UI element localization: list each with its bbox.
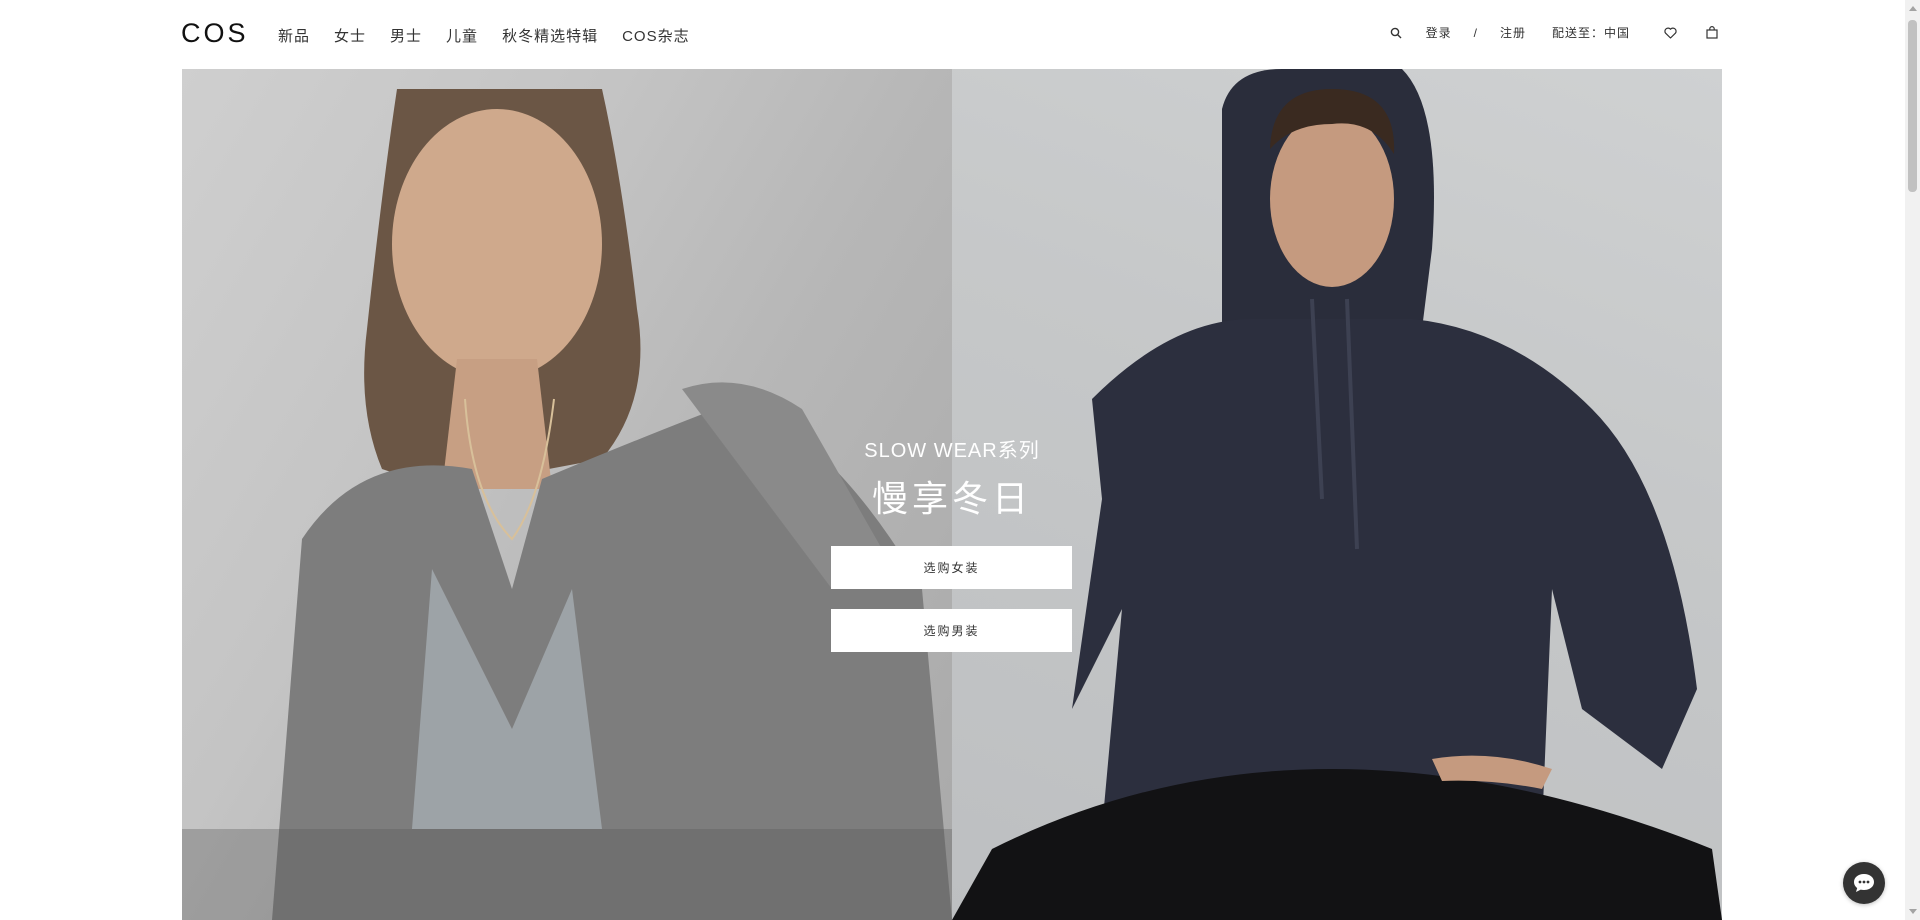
logo-text: COS bbox=[181, 18, 249, 48]
shopping-bag-icon[interactable] bbox=[1704, 25, 1720, 41]
register-link[interactable]: 注册 bbox=[1500, 24, 1526, 41]
login-link[interactable]: 登录 bbox=[1426, 24, 1452, 41]
nav-item-aw-edit[interactable]: 秋冬精选特辑 bbox=[502, 25, 598, 46]
cos-logo[interactable]: COS bbox=[181, 18, 249, 48]
scroll-thumb[interactable] bbox=[1908, 20, 1917, 192]
shop-men-button[interactable]: 选购男装 bbox=[831, 609, 1072, 652]
heart-icon[interactable] bbox=[1662, 25, 1678, 41]
nav-item-magazine[interactable]: COS杂志 bbox=[622, 25, 690, 46]
ship-to-selector[interactable]: 配送至：中国 bbox=[1552, 24, 1630, 41]
hero-image-women[interactable] bbox=[182, 69, 952, 920]
shop-women-button[interactable]: 选购女装 bbox=[831, 546, 1072, 589]
hero-image-men[interactable] bbox=[952, 69, 1722, 920]
chat-button[interactable] bbox=[1843, 862, 1885, 904]
login-separator: / bbox=[1473, 25, 1478, 40]
scroll-up-arrow-icon[interactable] bbox=[1909, 6, 1917, 11]
site-header: COS 新品 女士 男士 儿童 秋冬精选特辑 COS杂志 登录 / 注册 配送至… bbox=[0, 0, 1905, 69]
nav-item-women[interactable]: 女士 bbox=[334, 25, 366, 46]
utility-bar: 登录 / 注册 配送至：中国 bbox=[1388, 24, 1720, 41]
page-scrollbar[interactable] bbox=[1905, 0, 1920, 920]
man-in-navy-hoodie-illustration bbox=[952, 69, 1722, 920]
nav-item-new[interactable]: 新品 bbox=[278, 25, 310, 46]
nav-item-kids[interactable]: 儿童 bbox=[446, 25, 478, 46]
hero-banner[interactable]: SLOW WEAR系列 慢享冬日 选购女装 选购男装 bbox=[182, 69, 1722, 920]
chat-bubble-icon bbox=[1854, 874, 1874, 892]
main-nav: 新品 女士 男士 儿童 秋冬精选特辑 COS杂志 bbox=[278, 25, 714, 46]
nav-item-men[interactable]: 男士 bbox=[390, 25, 422, 46]
scroll-down-arrow-icon[interactable] bbox=[1909, 909, 1917, 914]
search-icon[interactable] bbox=[1388, 25, 1404, 41]
woman-in-grey-knit-illustration bbox=[182, 89, 952, 920]
